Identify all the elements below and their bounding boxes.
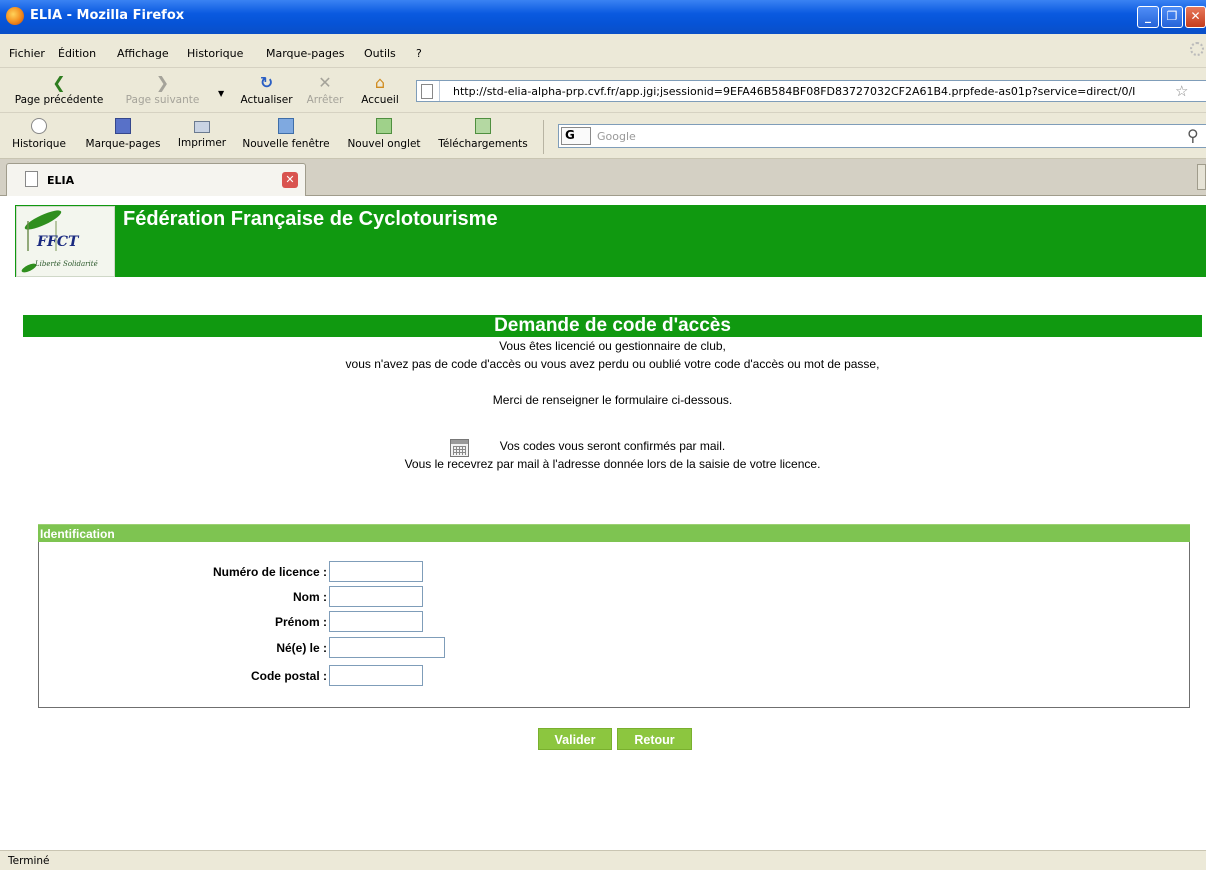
print-label: Imprimer	[177, 137, 227, 149]
prenom-label: Prénom :	[274, 615, 327, 629]
menu-edition[interactable]: Édition	[58, 47, 96, 60]
back-button[interactable]: ❮ Page précédente	[4, 68, 114, 113]
menu-affichage[interactable]: Affichage	[117, 47, 169, 60]
minimize-button[interactable]: _	[1137, 6, 1159, 28]
menu-historique[interactable]: Historique	[187, 47, 243, 60]
logo-subtext: Liberté Solidarité	[35, 260, 98, 268]
clock-icon	[31, 118, 47, 134]
history-button[interactable]: Historique	[8, 113, 70, 159]
close-icon: ✕	[1190, 9, 1201, 23]
validate-button[interactable]: Valider	[538, 728, 612, 750]
menu-fichier[interactable]: Fichier	[9, 47, 45, 60]
nom-label: Nom :	[293, 590, 327, 604]
print-button[interactable]: Imprimer	[174, 113, 230, 159]
menu-help[interactable]: ?	[416, 47, 422, 60]
window-title: ELIA - Mozilla Firefox	[30, 8, 185, 23]
back-arrow-icon: ❮	[52, 73, 66, 92]
birthdate-field[interactable]	[329, 637, 445, 658]
new-window-icon	[278, 118, 294, 134]
printer-icon	[194, 121, 210, 133]
birthdate-label: Né(e) le :	[276, 641, 327, 655]
new-tab-button[interactable]: Nouvel onglet	[341, 113, 427, 159]
licence-field[interactable]	[329, 561, 423, 582]
tab-elia[interactable]: ELIA ✕	[6, 163, 306, 196]
bookmark-star-icon[interactable]: ☆	[1175, 82, 1188, 100]
firefox-icon	[6, 7, 24, 25]
menu-marque-pages[interactable]: Marque-pages	[266, 47, 344, 60]
status-text: Terminé	[8, 855, 50, 867]
bookmarks-button[interactable]: Marque-pages	[80, 113, 166, 159]
stop-button[interactable]: ✕ Arrêter	[300, 68, 350, 113]
logo-text: FFCT	[37, 234, 79, 250]
url-text[interactable]: http://std-elia-alpha-prp.cvf.fr/app.jgi…	[453, 85, 1163, 98]
page-content: FFCT Liberté Solidarité Fédération Franç…	[0, 196, 1206, 850]
close-window-button[interactable]: ✕	[1185, 6, 1206, 28]
search-input[interactable]: G Google ⚲	[558, 124, 1206, 148]
new-tab-label: Nouvel onglet	[347, 138, 421, 150]
tab-close-icon[interactable]: ✕	[282, 172, 298, 188]
home-label: Accueil	[361, 94, 399, 106]
url-bar[interactable]: http://std-elia-alpha-prp.cvf.fr/app.jgi…	[416, 80, 1206, 102]
home-button[interactable]: ⌂ Accueil	[350, 68, 410, 113]
search-engine-selector[interactable]: G	[561, 127, 591, 145]
new-tab-icon	[376, 118, 392, 134]
home-icon: ⌂	[374, 73, 386, 92]
search-placeholder: Google	[597, 130, 636, 143]
form-header-label: Identification	[40, 527, 115, 541]
throbber-icon	[1190, 42, 1204, 56]
url-separator	[439, 81, 440, 101]
toolbar-separator	[543, 120, 544, 154]
nom-field[interactable]	[329, 586, 423, 607]
form-header: Identification	[38, 524, 1190, 542]
back-label: Page précédente	[14, 94, 104, 106]
downloads-icon	[475, 118, 491, 134]
intro-line-4: Vos codes vous seront confirmés par mail…	[499, 439, 726, 453]
search-icon[interactable]: ⚲	[1187, 126, 1199, 145]
postal-code-label: Code postal :	[250, 669, 327, 683]
forward-button[interactable]: ❯ Page suivante	[115, 68, 210, 113]
intro-line-1: Vous êtes licencié ou gestionnaire de cl…	[499, 339, 726, 353]
calendar-header-graphic	[451, 440, 468, 444]
tab-label: ELIA	[47, 174, 75, 187]
ffct-logo[interactable]: FFCT Liberté Solidarité	[16, 206, 115, 277]
menu-bar: Fichier Édition Affichage Historique Mar…	[0, 34, 1206, 68]
licence-label: Numéro de licence :	[212, 565, 327, 579]
downloads-button[interactable]: Téléchargements	[432, 113, 534, 159]
tab-page-icon	[25, 171, 38, 187]
tab-scroll-button[interactable]	[1197, 164, 1206, 190]
stop-icon: ✕	[318, 73, 332, 92]
new-window-button[interactable]: Nouvelle fenêtre	[236, 113, 336, 159]
downloads-label: Téléchargements	[438, 138, 528, 150]
calendar-icon[interactable]	[450, 439, 469, 457]
status-bar: Terminé	[0, 850, 1206, 870]
stop-label: Arrêter	[306, 94, 344, 106]
forward-arrow-icon: ❯	[155, 73, 170, 92]
intro-line-3: Merci de renseigner le formulaire ci-des…	[492, 393, 733, 407]
history-dropdown-icon[interactable]: ▼	[218, 89, 224, 98]
tab-strip: ELIA ✕	[0, 159, 1206, 196]
site-title: Fédération Française de Cyclotourisme	[123, 208, 498, 230]
bookmarks-label: Marque-pages	[85, 138, 161, 150]
prenom-field[interactable]	[329, 611, 423, 632]
bookmarks-icon	[115, 118, 131, 134]
forward-label: Page suivante	[125, 94, 200, 106]
menu-outils[interactable]: Outils	[364, 47, 396, 60]
window-titlebar: ELIA - Mozilla Firefox _ ❐ ✕	[0, 0, 1206, 34]
postal-code-field[interactable]	[329, 665, 423, 686]
calendar-grid-graphic	[453, 446, 466, 455]
reload-label: Actualiser	[240, 94, 293, 106]
back-button-form[interactable]: Retour	[617, 728, 692, 750]
section-title: Demande de code d'accès	[494, 315, 731, 336]
history-label: Historique	[12, 138, 66, 150]
minimize-icon: _	[1145, 9, 1151, 23]
new-window-label: Nouvelle fenêtre	[242, 138, 330, 150]
maximize-button[interactable]: ❐	[1161, 6, 1183, 28]
reload-button[interactable]: ↻ Actualiser	[234, 68, 299, 113]
maximize-icon: ❐	[1166, 9, 1178, 23]
intro-line-5: Vous le recevrez par mail à l'adresse do…	[404, 457, 821, 471]
reload-icon: ↻	[259, 73, 274, 92]
intro-line-2: vous n'avez pas de code d'accès ou vous …	[345, 357, 880, 371]
page-icon	[421, 84, 433, 99]
